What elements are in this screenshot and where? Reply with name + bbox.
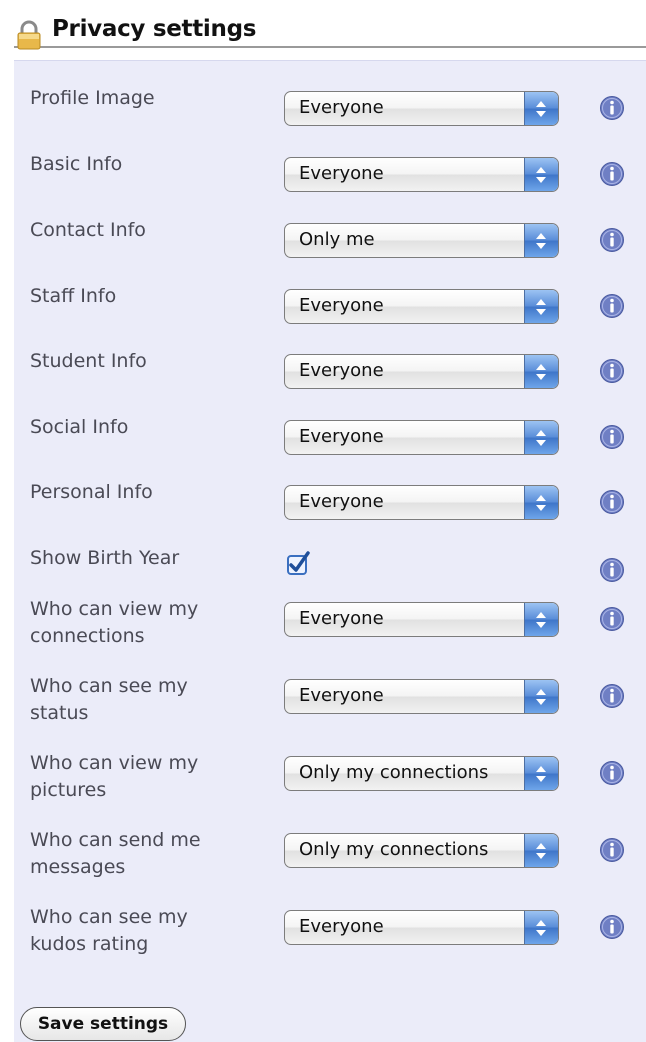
lock-icon (14, 20, 44, 50)
info-icon[interactable] (599, 606, 625, 632)
setting-label: Social Info (30, 416, 129, 438)
info-icon[interactable] (599, 837, 625, 863)
personal-info-select[interactable]: Everyone (284, 485, 559, 520)
setting-row-who-can-see-my-kudos-rating: Who can see my kudos rating Everyone (14, 906, 646, 972)
setting-label: Contact Info (30, 219, 146, 241)
who-can-view-my-connections-select[interactable]: Everyone (284, 602, 559, 637)
select-value: Everyone (299, 360, 384, 381)
select-value: Everyone (299, 163, 384, 184)
select-arrows-icon (524, 680, 558, 713)
setting-row-profile-image: Profile Image Everyone (14, 87, 646, 153)
select-arrows-icon (524, 290, 558, 323)
info-icon[interactable] (599, 489, 625, 515)
select-arrows-icon (524, 158, 558, 191)
setting-label: Staff Info (30, 285, 117, 307)
setting-label: Who can view my pictures (30, 752, 199, 801)
who-can-view-my-pictures-select[interactable]: Only my connections (284, 756, 559, 791)
setting-row-basic-info: Basic Info Everyone (14, 153, 646, 219)
setting-row-contact-info: Contact Info Only me (14, 219, 646, 285)
page-title: Privacy settings (52, 16, 257, 42)
info-icon[interactable] (599, 293, 625, 319)
setting-label: Who can see my status (30, 675, 188, 724)
setting-label: Basic Info (30, 153, 123, 175)
select-value: Only my connections (299, 839, 489, 860)
who-can-see-my-status-select[interactable]: Everyone (284, 679, 559, 714)
setting-row-who-can-view-my-connections: Who can view my connections Everyone (14, 598, 646, 664)
select-arrows-icon (524, 757, 558, 790)
select-value: Everyone (299, 295, 384, 316)
basic-info-select[interactable]: Everyone (284, 157, 559, 192)
setting-row-personal-info: Personal Info Everyone (14, 481, 646, 547)
info-icon[interactable] (599, 358, 625, 384)
profile-image-select[interactable]: Everyone (284, 91, 559, 126)
info-icon[interactable] (599, 424, 625, 450)
setting-row-student-info: Student Info Everyone (14, 350, 646, 416)
select-value: Everyone (299, 97, 384, 118)
select-arrows-icon (524, 92, 558, 125)
info-icon[interactable] (599, 760, 625, 786)
setting-row-who-can-view-my-pictures: Who can view my pictures Only my connecti… (14, 752, 646, 818)
select-arrows-icon (524, 911, 558, 944)
select-value: Everyone (299, 685, 384, 706)
info-icon[interactable] (599, 914, 625, 940)
info-icon[interactable] (599, 95, 625, 121)
setting-label: Who can send me messages (30, 829, 201, 878)
student-info-select[interactable]: Everyone (284, 354, 559, 389)
setting-label: Who can view my connections (30, 598, 199, 647)
setting-label: Show Birth Year (30, 547, 180, 569)
select-arrows-icon (524, 355, 558, 388)
setting-row-staff-info: Staff Info Everyone (14, 285, 646, 351)
setting-row-social-info: Social Info Everyone (14, 416, 646, 482)
select-value: Everyone (299, 608, 384, 629)
setting-label: Student Info (30, 350, 147, 372)
select-arrows-icon (524, 224, 558, 257)
info-icon[interactable] (599, 227, 625, 253)
save-settings-button[interactable]: Save settings (20, 1007, 186, 1041)
show-birth-year-checkbox[interactable] (286, 551, 312, 577)
info-icon[interactable] (599, 161, 625, 187)
select-arrows-icon (524, 421, 558, 454)
setting-row-who-can-see-my-status: Who can see my status Everyone (14, 675, 646, 741)
page-header: Privacy settings (14, 12, 646, 50)
info-icon[interactable] (599, 683, 625, 709)
social-info-select[interactable]: Everyone (284, 420, 559, 455)
select-arrows-icon (524, 603, 558, 636)
select-arrows-icon (524, 486, 558, 519)
setting-label: Personal Info (30, 481, 153, 503)
who-can-see-my-kudos-rating-select[interactable]: Everyone (284, 910, 559, 945)
select-value: Everyone (299, 426, 384, 447)
setting-row-who-can-send-me-messages: Who can send me messages Only my connecti… (14, 829, 646, 895)
info-icon[interactable] (599, 557, 625, 583)
settings-panel: Save settings Profile Image Everyone Basic… (14, 60, 646, 1042)
select-value: Only me (299, 229, 375, 250)
select-value: Everyone (299, 916, 384, 937)
who-can-send-me-messages-select[interactable]: Only my connections (284, 833, 559, 868)
select-value: Everyone (299, 491, 384, 512)
select-value: Only my connections (299, 762, 489, 783)
contact-info-select[interactable]: Only me (284, 223, 559, 258)
staff-info-select[interactable]: Everyone (284, 289, 559, 324)
select-arrows-icon (524, 834, 558, 867)
setting-label: Profile Image (30, 87, 155, 109)
setting-label: Who can see my kudos rating (30, 906, 188, 955)
